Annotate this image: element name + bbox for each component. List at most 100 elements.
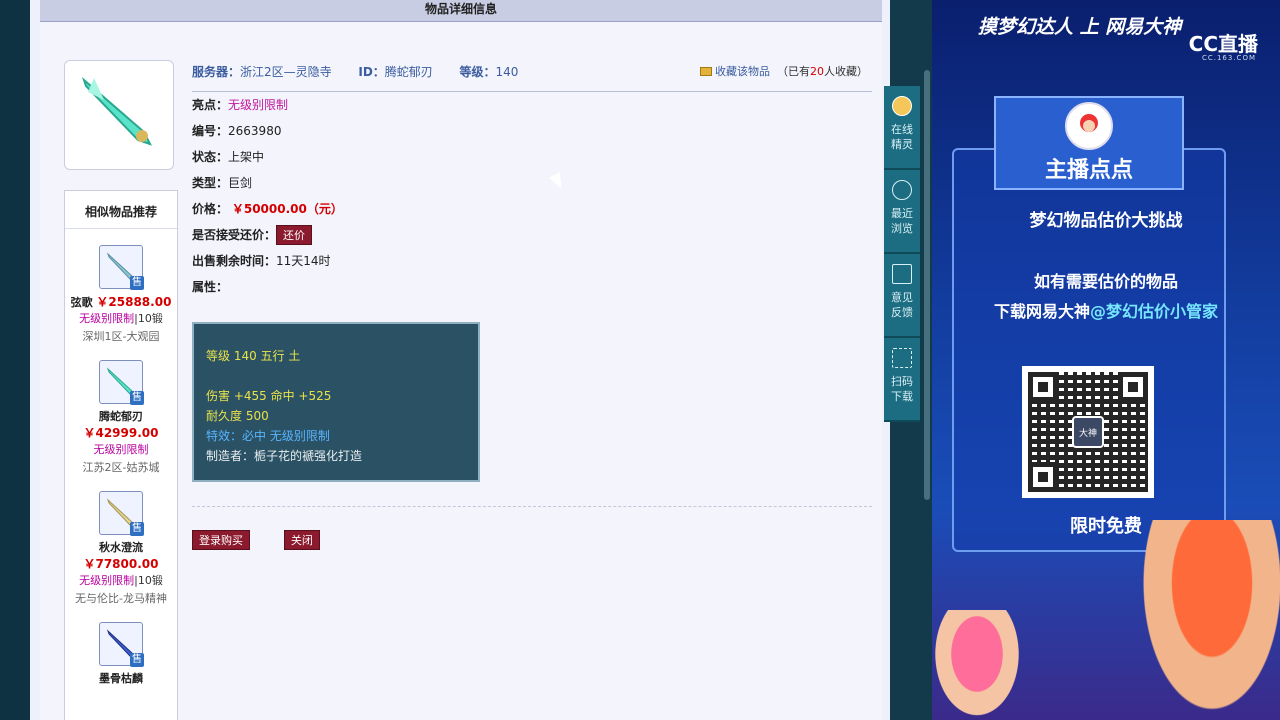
attr-durability: 耐久度 500 [206, 409, 269, 423]
attr-effect: 特效：必中 无级别限制 [206, 429, 330, 443]
toolbar-label: 反馈 [891, 306, 913, 319]
item-name: 秋水澄流 [99, 541, 143, 554]
price-value: ￥50000.00（元） [231, 202, 343, 216]
type-label: 类型： [192, 176, 229, 190]
status-row: 状态：上架中 [192, 144, 872, 170]
stream-overlay: 摸梦幻达人 上 网易大神 CC直播 CC.163.COM 主播点点 梦幻物品估价… [932, 0, 1280, 720]
toolbar-scan-download[interactable]: 扫码 下载 [884, 338, 920, 422]
item-price: ￥77800.00 [83, 557, 159, 571]
attr-row: 属性： [192, 274, 872, 300]
cc-url: CC.163.COM [1201, 54, 1256, 62]
fav-suffix: 人收藏） [824, 65, 868, 78]
login-buy-button[interactable]: 登录购买 [192, 530, 250, 550]
host-box: 主播点点 [994, 96, 1184, 190]
serial-label: 编号： [192, 124, 229, 138]
cc-logo: CC直播 [1188, 32, 1258, 56]
toolbar-label: 意见 [891, 291, 913, 304]
sword-icon [81, 76, 152, 146]
clock-icon [892, 180, 912, 200]
item-icon[interactable]: 售 [99, 491, 144, 536]
type-value: 巨剑 [228, 176, 253, 190]
close-button[interactable]: 关闭 [283, 530, 320, 550]
highlight-label: 亮点： [192, 98, 229, 112]
remaining-row: 出售剩余时间：11天14时 [192, 248, 872, 274]
item-price: ￥25888.00 [96, 295, 172, 309]
attr-damage-hit: 伤害 +455 命中 +525 [206, 389, 332, 403]
host-name: 主播点点 [1044, 158, 1133, 183]
avatar [1065, 102, 1113, 150]
host-avatar-icon [1080, 114, 1098, 132]
folder-icon [699, 67, 712, 76]
page-title: 物品详细信息 [40, 0, 882, 22]
item-detail-page: 物品详细信息 相似物品推荐 售 弦歌 ￥25888.00 无级别限制|10锻 深… [30, 0, 890, 720]
server-value: 浙江2区—灵隐寺 [240, 65, 332, 79]
toolbar-label: 浏览 [891, 222, 913, 235]
price-row: 价格： ￥50000.00（元） [192, 196, 872, 222]
item-tag: 无级别限制 [79, 574, 135, 587]
favorite-link[interactable]: 收藏该物品 [715, 65, 770, 78]
action-bar: 登录购买 关闭 [192, 530, 350, 550]
item-icon[interactable]: 售 [99, 245, 144, 290]
overlay-line2-highlight: @梦幻估价小管家 [1090, 302, 1219, 321]
scrollbar[interactable] [924, 70, 930, 500]
list-item[interactable]: 售 秋水澄流 ￥77800.00 无级别限制|10锻 无与伦比-龙马精神 [65, 491, 177, 606]
toolbar-label: 最近 [891, 207, 913, 220]
edit-icon [892, 264, 912, 284]
overlay-line1: 如有需要估价的物品 [1033, 272, 1178, 291]
type-row: 类型：巨剑 [192, 170, 872, 196]
item-icon[interactable]: 售 [99, 360, 144, 405]
character-illustration-2 [932, 610, 1022, 720]
level-value: 140 [495, 65, 519, 79]
toolbar-feedback[interactable]: 意见 反馈 [884, 254, 920, 338]
side-toolbar: 在线 精灵 最近 浏览 意见 反馈 扫码 下载 [884, 86, 920, 436]
item-forge: |10锻 [134, 574, 163, 587]
price-label: 价格： [192, 202, 229, 216]
list-item[interactable]: 售 弦歌 ￥25888.00 无级别限制|10锻 深圳1区-大观园 [65, 245, 177, 344]
item-icon[interactable]: 售 [99, 622, 144, 667]
toolbar-label: 下载 [891, 390, 913, 403]
item-server: 深圳1区-大观园 [82, 330, 160, 343]
left-edge-strip [0, 0, 30, 720]
overlay-line2-prefix: 下载网易大神 [993, 302, 1090, 321]
bargain-row: 是否接受还价： 还价 [192, 222, 872, 248]
id-label: ID： [358, 65, 385, 79]
overlay-banner: 摸梦幻达人 上 网易大神 [978, 16, 1182, 38]
id-value: 腾蛇郁刃 [384, 65, 433, 79]
item-server: 江苏2区-姑苏城 [82, 461, 160, 474]
sell-badge: 售 [130, 391, 144, 405]
qr-code: 大神 [1022, 366, 1154, 498]
list-item[interactable]: 售 墨骨枯麟 [65, 622, 177, 686]
level-label: 等级： [459, 65, 496, 79]
status-value: 上架中 [228, 150, 265, 164]
attr-maker: 制造者：栀子花的褫强化打造 [206, 449, 363, 463]
sell-badge: 售 [130, 522, 144, 536]
divider [192, 506, 872, 507]
toolbar-label: 在线 [891, 123, 913, 136]
item-info: 服务器：浙江2区—灵隐寺 ID：腾蛇郁刃 等级：140 收藏该物品 （已有20人… [192, 62, 872, 550]
list-item[interactable]: 售 腾蛇郁刃 ￥42999.00 无级别限制 江苏2区-姑苏城 [65, 360, 177, 475]
item-forge: |10锻 [134, 312, 163, 325]
fav-count: 20 [810, 65, 824, 78]
bargain-button[interactable]: 还价 [276, 225, 313, 245]
similar-items-title: 相似物品推荐 [65, 191, 177, 229]
item-price: ￥42999.00 [83, 426, 159, 440]
item-image [64, 60, 174, 170]
highlight-value: 无级别限制 [228, 98, 289, 112]
remaining-label: 出售剩余时间： [192, 254, 277, 268]
item-name: 墨骨枯麟 [99, 672, 143, 685]
favorite-area: 收藏该物品 （已有20人收藏） [699, 62, 868, 82]
item-name: 弦歌 [70, 296, 93, 309]
server-label: 服务器： [192, 65, 241, 79]
toolbar-online-assistant[interactable]: 在线 精灵 [884, 86, 920, 170]
serial-value: 2663980 [228, 124, 282, 138]
serial-row: 编号：2663980 [192, 118, 872, 144]
toolbar-recent[interactable]: 最近 浏览 [884, 170, 920, 254]
challenge-title: 梦幻物品估价大挑战 [1029, 211, 1183, 231]
attr-label: 属性： [192, 280, 229, 294]
qr-center-logo: 大神 [1072, 416, 1104, 448]
toolbar-label: 扫码 [891, 375, 913, 388]
status-label: 状态： [192, 150, 229, 164]
item-server: 无与伦比-龙马精神 [75, 592, 167, 605]
remaining-value: 11天14时 [276, 254, 331, 268]
sell-badge: 售 [130, 276, 144, 290]
